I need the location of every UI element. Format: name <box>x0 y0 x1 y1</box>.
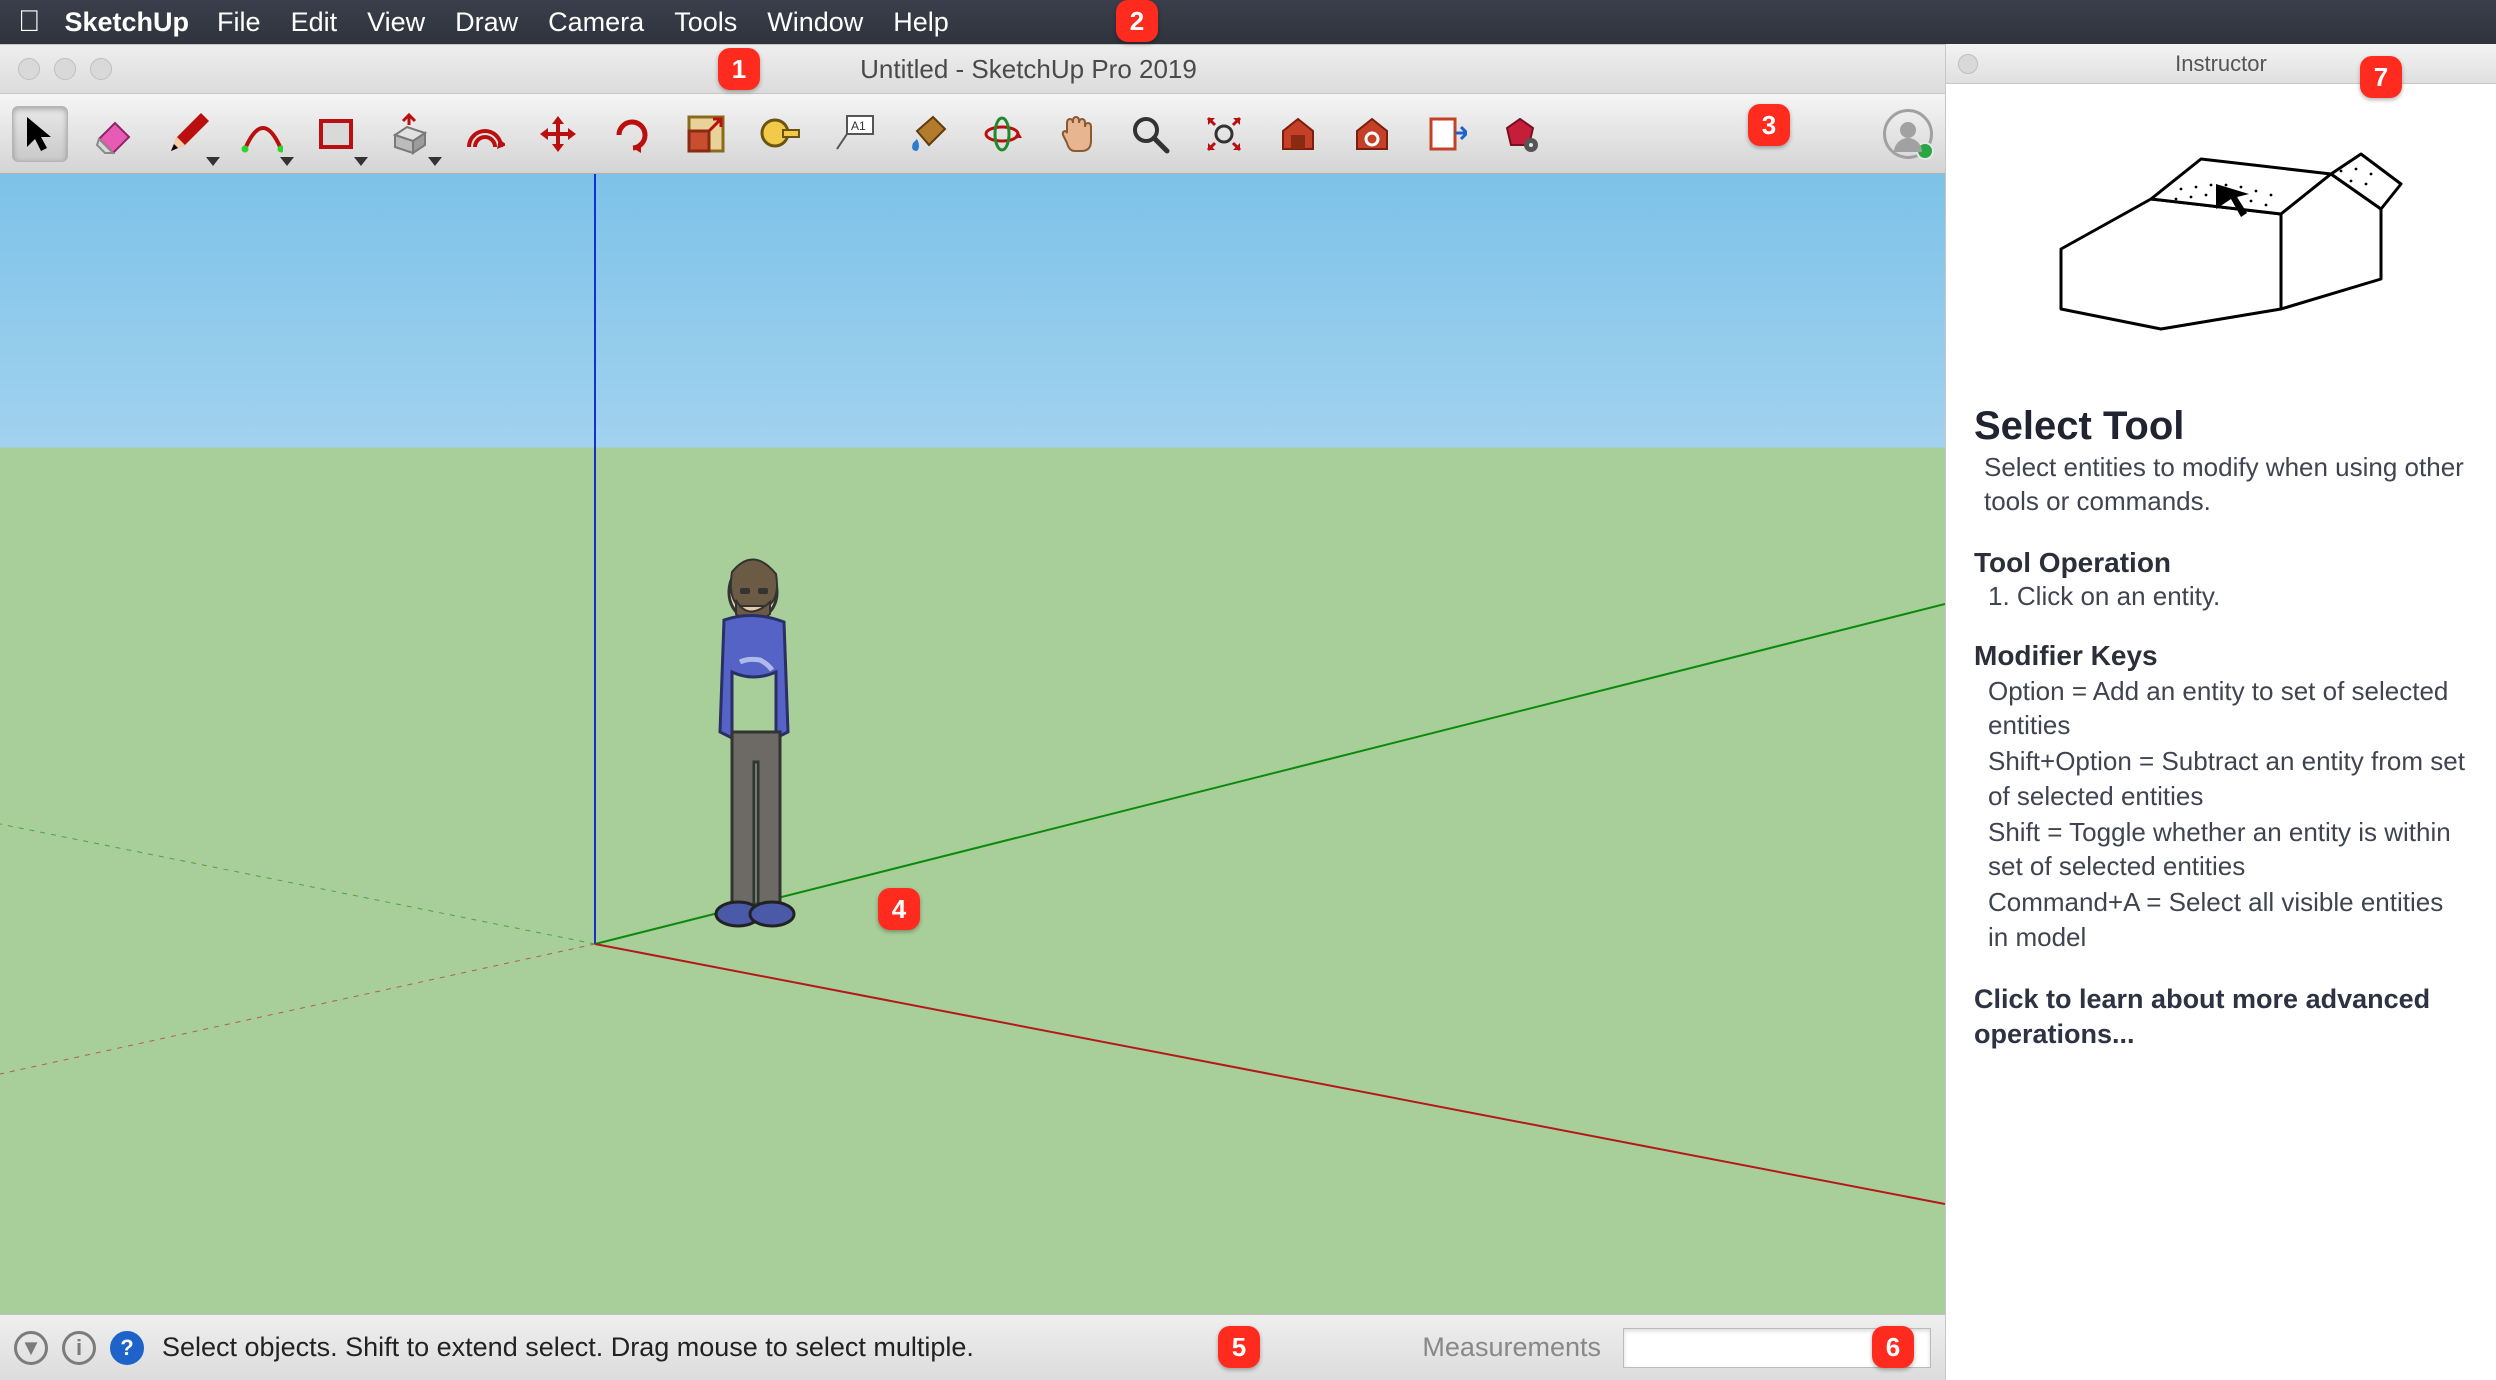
menu-edit[interactable]: Edit <box>291 7 338 38</box>
paint-bucket-tool[interactable] <box>900 106 956 162</box>
callout-3: 3 <box>1748 104 1790 146</box>
rectangle-tool[interactable] <box>308 106 364 162</box>
paint-bucket-icon <box>907 113 949 155</box>
credits-icon[interactable]: i <box>62 1331 96 1365</box>
text-tool[interactable]: A1 <box>826 106 882 162</box>
move-tool[interactable] <box>530 106 586 162</box>
window-minimize[interactable] <box>54 58 76 80</box>
geolocation-icon[interactable]: ▼ <box>14 1331 48 1365</box>
menu-tools[interactable]: Tools <box>674 7 737 38</box>
callout-7: 7 <box>2360 56 2402 98</box>
menu-view[interactable]: View <box>367 7 425 38</box>
callout-1: 1 <box>718 48 760 90</box>
instructor-learn-more[interactable]: Click to learn about more advanced opera… <box>1974 982 2468 1052</box>
move-icon <box>537 113 579 155</box>
modifier-row: Shift+Option = Subtract an entity from s… <box>1988 744 2468 813</box>
ruby-gear-icon <box>1499 113 1541 155</box>
instructor-panel: Instructor Select Tool Select entities t… <box>1945 44 2496 1380</box>
layout-icon <box>1425 113 1467 155</box>
instructor-titlebar: Instructor <box>1946 44 2496 84</box>
extension-warehouse-tool[interactable] <box>1344 106 1400 162</box>
modifier-row: Option = Add an entity to set of selecte… <box>1988 674 2468 743</box>
select-tool[interactable] <box>12 106 68 162</box>
warehouse-building-icon <box>1277 113 1319 155</box>
pencil-icon <box>167 113 209 155</box>
signed-in-check-icon <box>1916 142 1934 160</box>
push-pull-tool[interactable] <box>382 106 438 162</box>
menu-draw[interactable]: Draw <box>455 7 518 38</box>
menu-window[interactable]: Window <box>767 7 863 38</box>
zoom-extents-icon <box>1203 113 1245 155</box>
callout-4: 4 <box>878 888 920 930</box>
rotate-tool[interactable] <box>604 106 660 162</box>
menu-help[interactable]: Help <box>893 7 949 38</box>
eraser-tool[interactable] <box>86 106 142 162</box>
callout-2: 2 <box>1116 0 1158 42</box>
zoom-tool[interactable] <box>1122 106 1178 162</box>
push-pull-icon <box>389 113 431 155</box>
eraser-icon <box>93 113 135 155</box>
window-title: Untitled - SketchUp Pro 2019 <box>112 54 1945 85</box>
text-icon: A1 <box>833 113 875 155</box>
instructor-close[interactable] <box>1958 54 1978 74</box>
pan-tool[interactable] <box>1048 106 1104 162</box>
menu-camera[interactable]: Camera <box>548 7 644 38</box>
warehouse-gear-icon <box>1351 113 1393 155</box>
scale-icon <box>685 113 727 155</box>
arc-tool[interactable] <box>234 106 290 162</box>
window-close[interactable] <box>18 58 40 80</box>
extension-manager-tool[interactable] <box>1492 106 1548 162</box>
offset-tool[interactable] <box>456 106 512 162</box>
modifier-row: Shift = Toggle whether an entity is with… <box>1988 815 2468 884</box>
account-button[interactable] <box>1883 109 1933 159</box>
traffic-lights <box>18 58 112 80</box>
rotate-icon <box>611 113 653 155</box>
tape-measure-tool[interactable] <box>752 106 808 162</box>
3d-warehouse-tool[interactable] <box>1270 106 1326 162</box>
instructor-modifiers: Option = Add an entity to set of selecte… <box>1988 674 2468 955</box>
status-bar: ▼ i ? Select objects. Shift to extend se… <box>0 1314 1945 1380</box>
instructor-operation-step: 1. Click on an entity. <box>1988 581 2468 612</box>
main-toolbar: A1 <box>0 94 1945 174</box>
orbit-tool[interactable] <box>974 106 1030 162</box>
window-titlebar: Untitled - SketchUp Pro 2019 <box>0 44 1945 94</box>
modifier-row: Command+A = Select all visible entities … <box>1988 885 2468 954</box>
layout-tool[interactable] <box>1418 106 1474 162</box>
instructor-heading: Select Tool <box>1974 404 2468 449</box>
zoom-extents-tool[interactable] <box>1196 106 1252 162</box>
measurements-label: Measurements <box>1422 1332 1601 1363</box>
hand-icon <box>1055 113 1097 155</box>
help-icon[interactable]: ? <box>110 1331 144 1365</box>
axes-overlay <box>0 174 1945 1314</box>
instructor-operation-heading: Tool Operation <box>1974 547 2468 579</box>
instructor-illustration <box>1946 84 2496 394</box>
arc-icon <box>241 113 283 155</box>
rectangle-icon <box>315 113 357 155</box>
tape-measure-icon <box>759 113 801 155</box>
magnifier-icon <box>1129 113 1171 155</box>
callout-6: 6 <box>1872 1326 1914 1368</box>
model-viewport[interactable] <box>0 174 1945 1314</box>
scale-tool[interactable] <box>678 106 734 162</box>
scale-figure <box>688 552 818 952</box>
instructor-title: Instructor <box>2175 51 2267 77</box>
menu-file[interactable]: File <box>217 7 261 38</box>
instructor-description: Select entities to modify when using oth… <box>1984 451 2468 519</box>
status-hint: Select objects. Shift to extend select. … <box>162 1332 974 1363</box>
svg-text:A1: A1 <box>851 119 866 133</box>
mac-menubar:  SketchUp File Edit View Draw Camera To… <box>0 0 2496 44</box>
cursor-icon <box>19 113 61 155</box>
callout-5: 5 <box>1218 1326 1260 1368</box>
window-zoom[interactable] <box>90 58 112 80</box>
apple-icon[interactable]:  <box>18 5 41 39</box>
offset-icon <box>463 113 505 155</box>
instructor-modifier-heading: Modifier Keys <box>1974 640 2468 672</box>
menubar-appname[interactable]: SketchUp <box>65 7 190 38</box>
orbit-icon <box>981 113 1023 155</box>
line-tool[interactable] <box>160 106 216 162</box>
